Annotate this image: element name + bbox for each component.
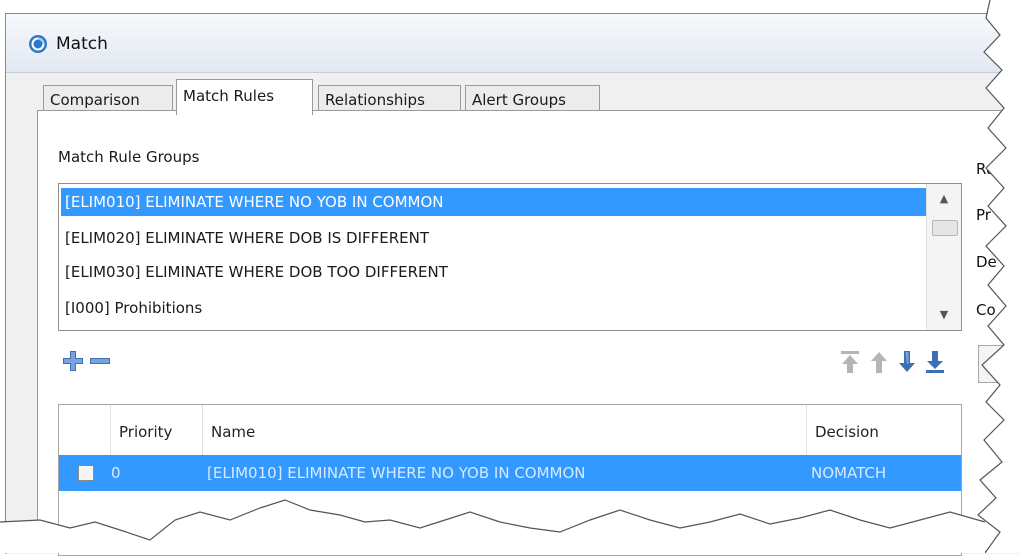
right-label-rule: Ru [976,160,996,178]
column-header-decision[interactable]: Decision [807,405,961,455]
remove-icon[interactable] [89,350,111,372]
match-rule-groups-label: Match Rule Groups [58,148,200,166]
move-bottom-icon[interactable] [925,350,945,374]
right-label-description: De [976,253,997,271]
tab-match-rules[interactable]: Match Rules [176,79,313,115]
list-scrollbar[interactable]: ▲ ▼ [926,184,961,330]
list-item[interactable]: [ELIM010] ELIMINATE WHERE NO YOB IN COMM… [61,188,927,216]
tab-relationships[interactable]: Relationships [318,85,461,113]
column-header-select [59,405,111,455]
list-item[interactable]: [ELIM030] ELIMINATE WHERE DOB TOO DIFFER… [61,258,927,286]
match-app-icon [29,35,47,53]
right-label-comments: Co [976,301,996,319]
right-label-condition: Co [991,352,1011,370]
match-rule-groups-list[interactable]: [ELIM010] ELIMINATE WHERE NO YOB IN COMM… [58,183,962,331]
row-checkbox[interactable] [78,465,94,481]
column-header-priority[interactable]: Priority [111,405,203,455]
move-top-icon[interactable] [840,350,860,374]
add-icon[interactable] [62,350,84,372]
tab-comparison[interactable]: Comparison [43,85,173,113]
match-rules-table[interactable]: Priority Name Decision 0 [ELIM010] ELIMI… [58,404,962,556]
scroll-thumb[interactable] [932,220,958,236]
table-header: Priority Name Decision [59,405,961,456]
window-title: Match [56,34,108,54]
move-down-icon[interactable] [897,350,917,374]
scroll-down-icon[interactable]: ▼ [937,309,951,320]
table-row[interactable]: 0 [ELIM010] ELIMINATE WHERE NO YOB IN CO… [59,455,961,491]
scroll-up-icon[interactable]: ▲ [937,193,951,204]
title-bar: Match [6,14,1020,73]
column-header-name[interactable]: Name [203,405,807,455]
row-name: [ELIM010] ELIMINATE WHERE NO YOB IN COMM… [207,464,586,482]
row-decision: NOMATCH [811,464,887,482]
list-item[interactable]: [I000] Prohibitions [61,294,927,322]
move-up-icon[interactable] [869,350,889,374]
row-priority: 0 [111,464,121,482]
tab-alert-groups[interactable]: Alert Groups [465,85,600,113]
right-label-priority: Pr [976,206,991,224]
list-item[interactable]: [ELIM020] ELIMINATE WHERE DOB IS DIFFERE… [61,224,927,252]
right-sub-panel: Co [978,345,1020,383]
